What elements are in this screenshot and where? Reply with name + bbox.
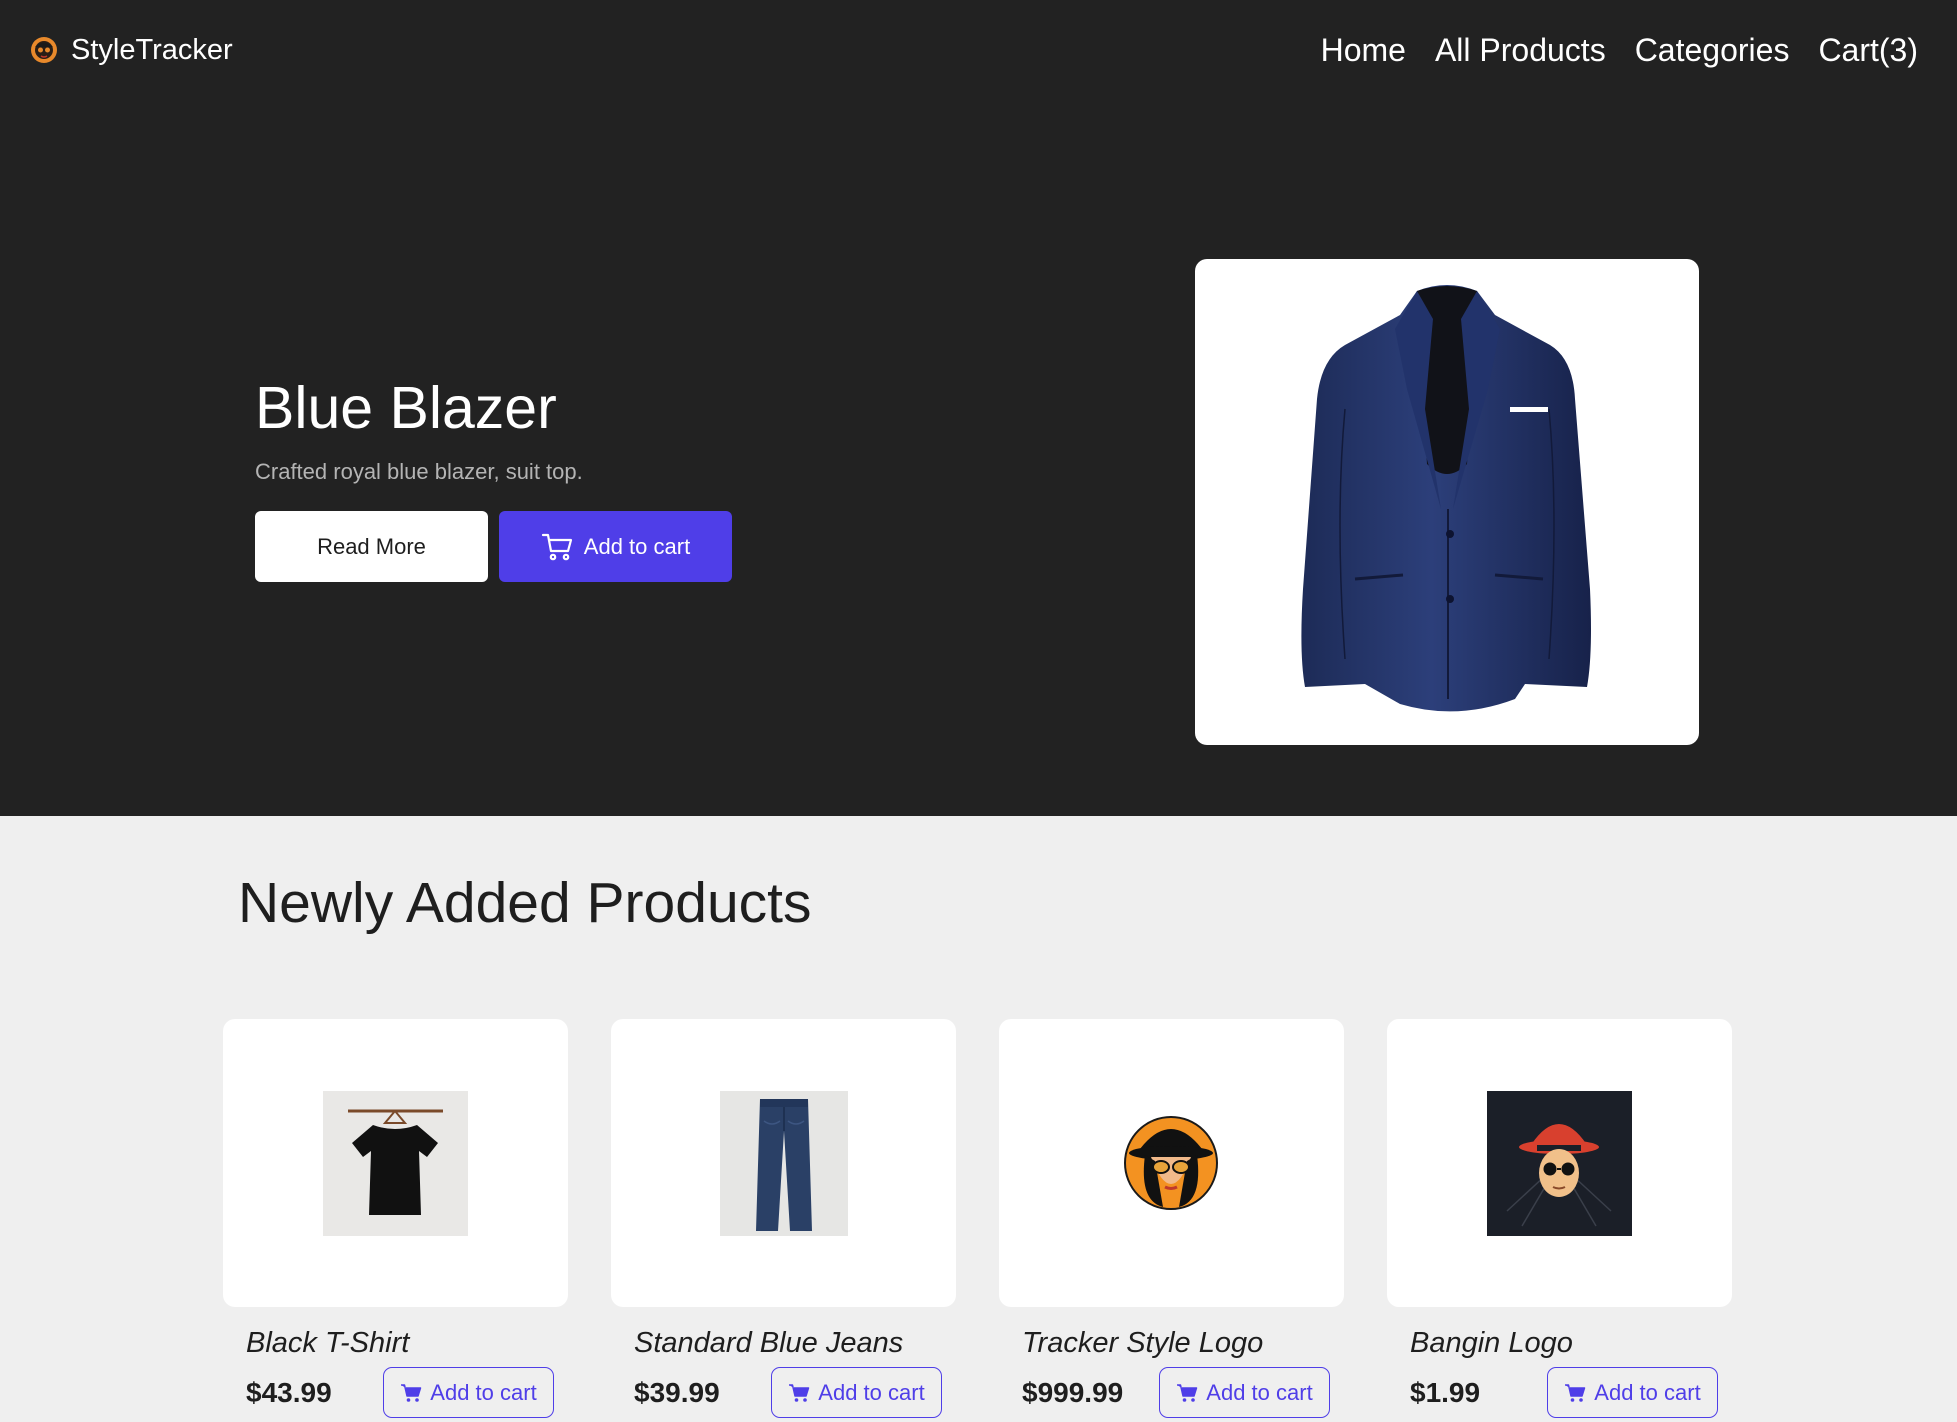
product-name[interactable]: Bangin Logo [1410, 1325, 1573, 1361]
cart-icon [1565, 1383, 1586, 1402]
brand-link[interactable]: StyleTracker [29, 32, 233, 68]
product-image-container[interactable] [611, 1019, 956, 1307]
hero-section: StyleTracker Home All Products Categorie… [0, 0, 1957, 816]
product-name[interactable]: Standard Blue Jeans [634, 1325, 903, 1361]
blazer-illustration [1301, 285, 1591, 712]
add-to-cart-button[interactable]: Add to cart [771, 1367, 942, 1418]
product-card: Bangin Logo $1.99 Add to cart [1387, 1019, 1732, 1418]
add-to-cart-label: Add to cart [1206, 1379, 1313, 1405]
cart-icon [789, 1383, 810, 1402]
add-to-cart-label: Add to cart [430, 1379, 537, 1405]
hero-description: Crafted royal blue blazer, suit top. [255, 459, 583, 484]
hero-title: Blue Blazer [255, 375, 557, 441]
product-price: $999.99 [1022, 1377, 1124, 1408]
tracker-style-logo-image [1099, 1090, 1244, 1236]
blue-blazer-image[interactable] [1195, 259, 1699, 745]
product-image-container[interactable] [1387, 1019, 1732, 1307]
blue-jeans-image [719, 1090, 848, 1236]
product-name[interactable]: Tracker Style Logo [1022, 1325, 1263, 1361]
product-name[interactable]: Black T-Shirt [246, 1325, 409, 1361]
add-to-cart-button[interactable]: Add to cart [1159, 1367, 1330, 1418]
add-to-cart-button[interactable]: Add to cart [383, 1367, 554, 1418]
hero-add-to-cart-button[interactable]: Add to cart [499, 511, 732, 582]
add-to-cart-label: Add to cart [1594, 1379, 1701, 1405]
brand-name: StyleTracker [71, 34, 233, 66]
product-price: $1.99 [1410, 1377, 1481, 1408]
product-image-container[interactable] [999, 1019, 1344, 1307]
add-to-cart-label: Add to cart [818, 1379, 925, 1405]
nav-link-cart[interactable]: Cart(3) [1818, 30, 1918, 70]
hero-add-to-cart-label: Add to cart [583, 533, 691, 559]
product-card: Standard Blue Jeans $39.99 Add to cart [611, 1019, 956, 1418]
read-more-label: Read More [317, 533, 426, 559]
product-price: $39.99 [634, 1377, 720, 1408]
cart-icon [1177, 1383, 1198, 1402]
product-image-container[interactable] [223, 1019, 568, 1307]
cart-icon [541, 533, 572, 560]
product-card: Tracker Style Logo $999.99 Add to cart [999, 1019, 1344, 1418]
bangin-logo-image [1487, 1090, 1632, 1236]
top-navbar: StyleTracker Home All Products Categorie… [0, 0, 1957, 100]
nav-link-categories[interactable]: Categories [1635, 30, 1790, 70]
brand-logo-icon [31, 37, 57, 63]
product-grid: Black T-Shirt $43.99 Add to cart Standar… [223, 1019, 1733, 1422]
cart-icon [401, 1383, 422, 1402]
add-to-cart-button[interactable]: Add to cart [1547, 1367, 1718, 1418]
hero-text: Blue Blazer Crafted royal blue blazer, s… [255, 372, 955, 486]
read-more-button[interactable]: Read More [255, 511, 488, 582]
product-card: Black T-Shirt $43.99 Add to cart [223, 1019, 568, 1418]
section-title: Newly Added Products [238, 871, 812, 935]
product-price: $43.99 [246, 1377, 332, 1408]
nav-link-home[interactable]: Home [1321, 30, 1406, 70]
nav-link-all-products[interactable]: All Products [1435, 30, 1606, 70]
black-tshirt-image [323, 1090, 468, 1236]
hero-buttons: Read More Add to cart [255, 511, 732, 582]
nav-links: Home All Products Categories Cart(3) [1321, 30, 1918, 70]
